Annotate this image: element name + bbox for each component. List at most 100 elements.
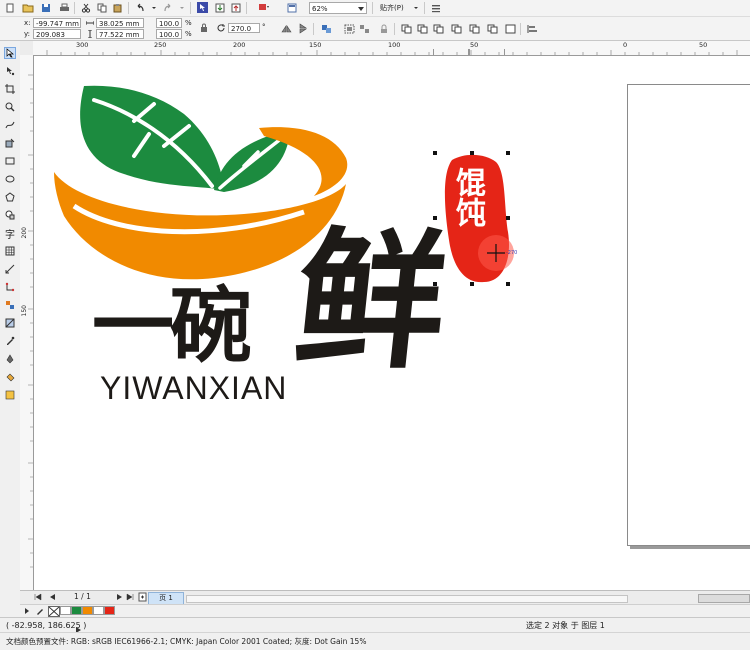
export-icon[interactable] [230, 2, 242, 13]
interactive-blend-tool-icon[interactable] [4, 299, 16, 311]
paste-icon[interactable] [112, 2, 124, 13]
text-tool-icon[interactable]: 字 [4, 227, 16, 241]
x-position-field[interactable]: -99.747 mm [33, 18, 81, 28]
color-swatch[interactable] [60, 606, 71, 615]
width-field[interactable]: 38.025 mm [96, 18, 144, 28]
zoom-level-select[interactable]: 62% [309, 2, 367, 14]
add-page-icon[interactable] [138, 592, 148, 604]
rectangle-tool-icon[interactable] [4, 155, 16, 167]
last-page-icon[interactable] [126, 593, 134, 603]
scale-y-unit: % [185, 30, 192, 38]
color-swatch[interactable] [82, 606, 93, 615]
lock-ratio-icon[interactable] [200, 23, 208, 34]
color-swatch[interactable] [104, 606, 115, 615]
combine-icon[interactable] [343, 23, 355, 34]
ruler-origin[interactable] [20, 41, 34, 56]
height-icon [86, 29, 94, 40]
h-ruler-tick-label: 150 [309, 41, 322, 49]
y-label: y: [24, 30, 30, 38]
table-tool-icon[interactable] [4, 245, 16, 257]
v-ruler-tick-label: 200 [21, 227, 28, 239]
redo-dropdown-icon[interactable] [176, 2, 188, 13]
crop-tool-icon[interactable] [4, 83, 16, 95]
back-minus-front-icon[interactable] [486, 23, 498, 34]
undo-dropdown-icon[interactable] [148, 2, 160, 13]
print-icon[interactable] [58, 2, 70, 13]
page-navigator: 1 / 1 页 1 [20, 590, 750, 605]
connector-tool-icon[interactable] [4, 281, 16, 293]
rotation-angle-field[interactable]: 270.0 [228, 23, 260, 33]
new-document-icon[interactable] [4, 2, 16, 13]
fill-tool-icon[interactable] [4, 371, 16, 383]
save-icon[interactable] [40, 2, 52, 13]
h-ruler-tick-label: 0 [623, 41, 628, 49]
interactive-fill-tool-icon[interactable] [4, 389, 16, 401]
lock-object-icon[interactable] [378, 23, 390, 34]
separator [394, 23, 395, 35]
break-apart-icon[interactable] [358, 23, 370, 34]
h-ruler-tick-label: 300 [76, 41, 89, 49]
freehand-tool-icon[interactable] [4, 119, 16, 131]
color-swatch[interactable] [71, 606, 82, 615]
open-folder-icon[interactable] [22, 2, 34, 13]
no-fill-swatch[interactable] [48, 606, 60, 617]
outline-pen-tool-icon[interactable] [4, 353, 16, 365]
scale-x-field[interactable]: 100.0 [156, 18, 182, 28]
next-page-icon[interactable] [116, 593, 124, 603]
align-distribute-icon[interactable] [526, 23, 538, 34]
first-page-icon[interactable] [34, 593, 42, 603]
transparency-tool-icon[interactable] [4, 317, 16, 329]
snap-to-menu[interactable]: 贴齐(P) [380, 3, 404, 13]
application-launcher-icon[interactable] [258, 2, 270, 13]
selection-info: 选定 2 对象 于 图层 1 [526, 621, 605, 630]
mirror-vertical-icon[interactable] [297, 23, 309, 34]
drawing-canvas[interactable]: 馄饨 -270 一碗 鲜 YIWANXIAN [34, 56, 750, 590]
toolbox: 字 [0, 41, 21, 590]
zoom-level-value: 62% [312, 5, 328, 13]
vertical-ruler[interactable]: 200 150 [20, 55, 34, 590]
polygon-tool-icon[interactable] [4, 191, 16, 203]
create-boundary-icon[interactable] [504, 23, 516, 34]
mirror-horizontal-icon[interactable] [280, 23, 292, 34]
group-icon[interactable] [320, 23, 332, 34]
front-minus-back-icon[interactable] [468, 23, 480, 34]
prev-page-icon[interactable] [48, 593, 56, 603]
horizontal-ruler[interactable]: 300 250 200 150 100 50 0 50 [33, 41, 750, 56]
height-field[interactable]: 77.522 mm [96, 29, 144, 39]
redo-icon[interactable] [162, 2, 174, 13]
copy-icon[interactable] [96, 2, 108, 13]
welcome-screen-icon[interactable] [286, 2, 298, 13]
options-icon[interactable] [430, 2, 442, 13]
horizontal-scrollbar[interactable] [186, 595, 628, 603]
document-profile-bar: 文档颜色预置文件: RGB: sRGB IEC61966-2.1; CMYK: … [0, 632, 750, 650]
simplify-icon[interactable] [450, 23, 462, 34]
smart-fill-tool-icon[interactable] [4, 137, 16, 149]
eyedropper-tool-icon[interactable] [4, 335, 16, 347]
scale-y-field[interactable]: 100.0 [156, 29, 182, 39]
color-swatch[interactable] [93, 606, 104, 615]
scrollbar-thumb[interactable] [698, 594, 750, 603]
search-content-icon[interactable] [196, 2, 208, 13]
shape-tool-icon[interactable] [4, 65, 16, 77]
trim-icon[interactable] [416, 23, 428, 34]
cut-icon[interactable] [80, 2, 92, 13]
palette-menu-icon[interactable] [24, 607, 30, 617]
pick-tool-icon[interactable] [4, 47, 16, 59]
color-profile-info[interactable]: 文档颜色预置文件: RGB: sRGB IEC61966-2.1; CMYK: … [6, 633, 366, 650]
separator [246, 2, 247, 14]
y-position-field[interactable]: 209.083 mm [33, 29, 81, 49]
cursor-readout: -270 [506, 250, 518, 256]
ellipse-tool-icon[interactable] [4, 173, 16, 185]
basic-shapes-tool-icon[interactable] [4, 209, 16, 221]
dimension-tool-icon[interactable] [4, 263, 16, 275]
brand-title-calligraphy: 鲜 [286, 213, 456, 389]
intersect-icon[interactable] [432, 23, 444, 34]
eyedropper-icon[interactable] [36, 606, 45, 617]
degree-unit: ° [262, 23, 266, 31]
separator [128, 2, 129, 14]
undo-icon[interactable] [134, 2, 146, 13]
weld-icon[interactable] [400, 23, 412, 34]
import-icon[interactable] [214, 2, 226, 13]
snap-dropdown-icon[interactable] [410, 2, 422, 13]
zoom-tool-icon[interactable] [4, 101, 16, 113]
